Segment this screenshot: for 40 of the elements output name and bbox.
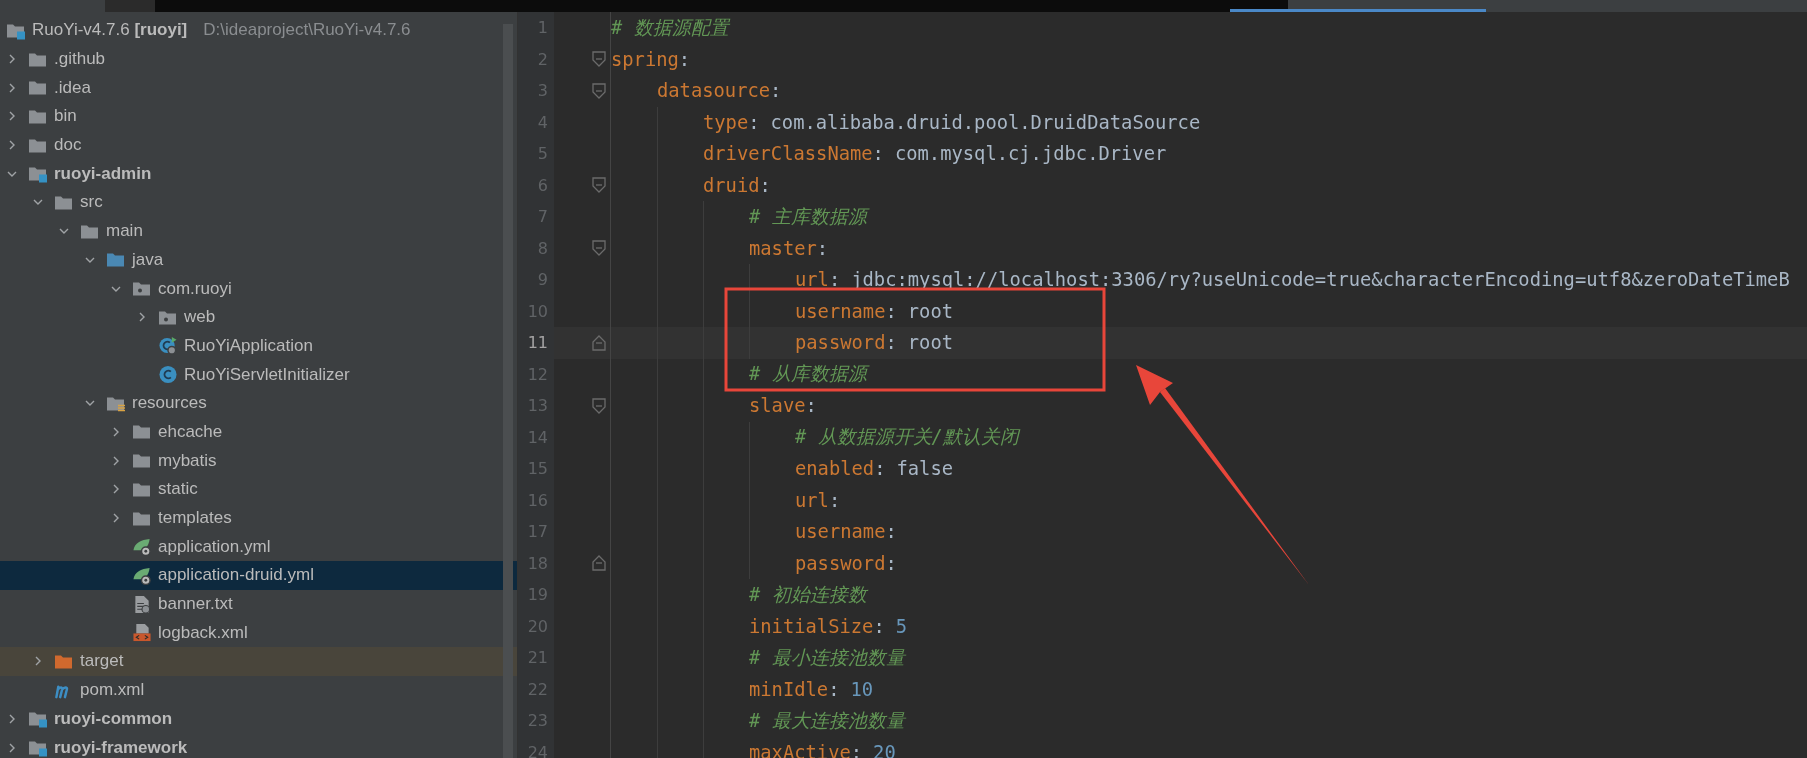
tree-item[interactable]: main [106, 221, 143, 242]
tree-item[interactable]: banner.txt [158, 594, 233, 615]
tree-item[interactable]: RuoYiServletInitializer [184, 364, 350, 385]
project-path: D:\ideaproject\RuoYi-v4.7.6 [203, 20, 411, 41]
fold-icon[interactable] [592, 240, 606, 257]
tree-item[interactable]: .idea [54, 77, 91, 98]
tree-item[interactable]: web [184, 307, 216, 328]
tree-item[interactable]: RuoYiApplication [184, 335, 313, 356]
fold-icon[interactable] [592, 177, 606, 194]
tree-item[interactable]: pom.xml [80, 680, 145, 701]
scrollbar[interactable] [503, 24, 513, 758]
tree-item[interactable]: java [132, 249, 164, 270]
leaf-gear-icon [132, 537, 152, 557]
tree-item[interactable]: com.ruoyi [158, 278, 232, 299]
tree-item[interactable]: bin [54, 106, 77, 127]
tree-item[interactable]: application.yml [158, 536, 271, 557]
fold-icon[interactable] [592, 82, 606, 99]
class-icon [158, 365, 178, 385]
tree-item[interactable]: static [158, 479, 198, 500]
fold-icon[interactable] [592, 397, 606, 414]
fold-icon[interactable] [592, 334, 606, 351]
tree-item[interactable]: src [80, 192, 103, 213]
tree-item[interactable]: templates [158, 508, 232, 529]
tree-item[interactable]: target [80, 651, 124, 672]
tree-item[interactable]: doc [54, 135, 82, 156]
tree-item[interactable]: resources [132, 393, 207, 414]
leaf-gear-icon [132, 565, 152, 585]
tree-item[interactable]: .github [54, 49, 106, 70]
class-icon [158, 336, 178, 356]
tree-item[interactable]: ruoyi-admin [54, 163, 152, 184]
fold-icon[interactable] [592, 555, 606, 572]
tree-item[interactable]: mybatis [158, 450, 217, 471]
project-name[interactable]: RuoYi-v4.7.6 [ruoyi] [32, 20, 188, 41]
tree-item[interactable]: logback.xml [158, 622, 248, 643]
tree-item[interactable]: ehcache [158, 421, 223, 442]
tree-item[interactable]: ruoyi-framework [54, 737, 188, 758]
fold-icon[interactable] [592, 51, 606, 68]
text-file-icon [132, 594, 152, 614]
xml-file-icon [132, 623, 152, 643]
tree-item[interactable]: ruoyi-common [54, 708, 173, 729]
